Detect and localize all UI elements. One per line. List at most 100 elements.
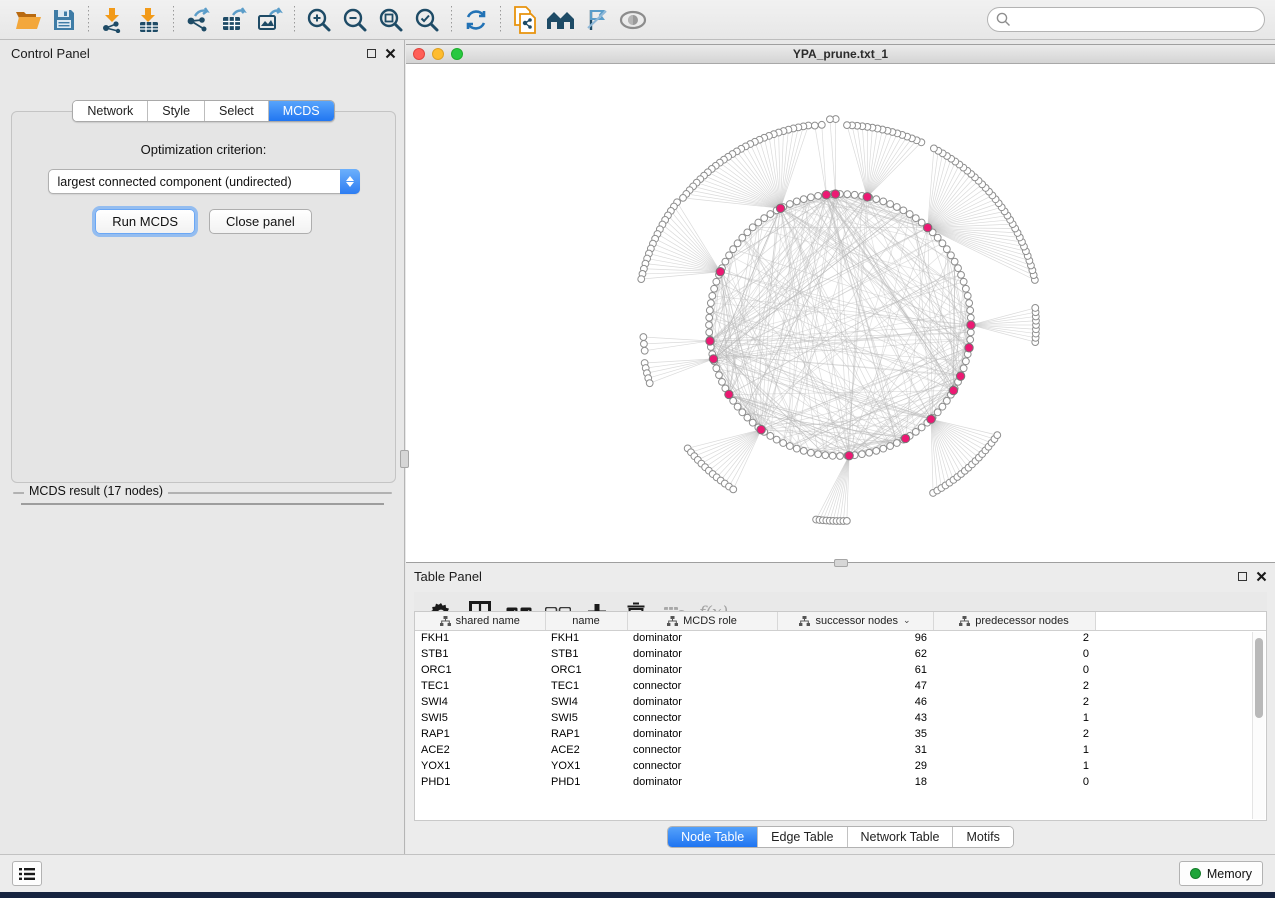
table-scrollbar-thumb[interactable] — [1255, 638, 1263, 718]
network-node[interactable] — [711, 285, 718, 292]
export-network-icon[interactable] — [180, 4, 216, 36]
table-row[interactable]: TEC1TEC1connector472 — [415, 678, 1266, 694]
network-node[interactable] — [866, 449, 873, 456]
network-node[interactable] — [749, 224, 756, 231]
network-node[interactable] — [967, 307, 974, 314]
zoom-out-icon[interactable] — [337, 4, 373, 36]
network-node[interactable] — [943, 397, 950, 404]
network-node[interactable] — [843, 517, 850, 524]
network-node[interactable] — [827, 116, 834, 123]
task-history-button[interactable] — [12, 861, 42, 886]
network-node[interactable] — [734, 403, 741, 410]
network-node[interactable] — [873, 447, 880, 454]
network-node[interactable] — [906, 211, 913, 218]
network-node[interactable] — [755, 219, 762, 226]
network-node[interactable] — [887, 443, 894, 450]
network-node[interactable] — [680, 194, 687, 201]
network-node[interactable] — [780, 440, 787, 447]
network-node[interactable] — [873, 196, 880, 203]
table-row[interactable]: SWI5SWI5connector431 — [415, 710, 1266, 726]
network-node[interactable] — [960, 278, 967, 285]
column-header-predecessor-nodes[interactable]: predecessor nodes — [933, 612, 1095, 630]
network-node[interactable] — [786, 201, 793, 208]
network-node[interactable] — [880, 198, 887, 205]
network-node[interactable] — [744, 229, 751, 236]
network-graph[interactable] — [406, 64, 1275, 562]
network-node[interactable] — [730, 246, 737, 253]
network-node[interactable] — [773, 436, 780, 443]
network-node[interactable] — [641, 347, 648, 354]
network-node[interactable] — [818, 121, 825, 128]
network-node[interactable] — [815, 192, 822, 199]
close-panel-icon[interactable] — [385, 48, 396, 59]
network-node[interactable] — [739, 409, 746, 416]
network-node[interactable] — [887, 201, 894, 208]
network-node[interactable] — [726, 252, 733, 259]
network-node[interactable] — [707, 300, 714, 307]
network-node[interactable] — [918, 424, 925, 431]
network-node[interactable] — [934, 409, 941, 416]
zoom-in-icon[interactable] — [301, 4, 337, 36]
network-node[interactable] — [962, 285, 969, 292]
import-network-icon[interactable] — [95, 4, 131, 36]
network-node[interactable] — [967, 329, 974, 336]
network-node[interactable] — [706, 314, 713, 321]
network-node[interactable] — [706, 337, 714, 345]
float-panel-icon[interactable] — [367, 49, 376, 58]
tab-style[interactable]: Style — [148, 101, 205, 121]
network-node[interactable] — [767, 433, 774, 440]
float-table-panel-icon[interactable] — [1238, 572, 1247, 581]
network-node[interactable] — [949, 386, 957, 394]
network-node[interactable] — [958, 271, 965, 278]
network-node[interactable] — [709, 292, 716, 299]
network-node[interactable] — [930, 145, 937, 152]
network-node[interactable] — [964, 292, 971, 299]
network-node[interactable] — [837, 453, 844, 460]
network-node[interactable] — [912, 215, 919, 222]
flag-icon[interactable] — [579, 4, 615, 36]
optimization-criterion-select[interactable]: largest connected component (undirected) — [48, 169, 360, 194]
tab-node-table[interactable]: Node Table — [668, 827, 758, 847]
network-node[interactable] — [706, 329, 713, 336]
network-node[interactable] — [793, 445, 800, 452]
tab-motifs[interactable]: Motifs — [953, 827, 1012, 847]
network-node[interactable] — [844, 122, 851, 129]
tab-select[interactable]: Select — [205, 101, 269, 121]
network-node[interactable] — [939, 403, 946, 410]
network-node[interactable] — [822, 191, 830, 199]
new-network-from-selection-icon[interactable] — [507, 4, 543, 36]
network-node[interactable] — [800, 196, 807, 203]
network-node[interactable] — [967, 321, 975, 329]
network-node[interactable] — [793, 198, 800, 205]
network-node[interactable] — [901, 434, 909, 442]
network-node[interactable] — [923, 223, 931, 231]
network-node[interactable] — [767, 211, 774, 218]
horizontal-splitter-grip[interactable] — [834, 559, 848, 567]
network-node[interactable] — [706, 322, 713, 329]
refresh-layout-icon[interactable] — [458, 4, 494, 36]
save-session-icon[interactable] — [46, 4, 82, 36]
network-node[interactable] — [965, 344, 973, 352]
network-node[interactable] — [994, 432, 1001, 439]
network-node[interactable] — [831, 190, 839, 198]
network-canvas[interactable] — [406, 64, 1275, 562]
network-node[interactable] — [807, 194, 814, 201]
network-node[interactable] — [744, 414, 751, 421]
network-node[interactable] — [815, 451, 822, 458]
network-node[interactable] — [641, 340, 648, 347]
network-node[interactable] — [730, 486, 737, 493]
network-node[interactable] — [713, 365, 720, 372]
tab-edge-table[interactable]: Edge Table — [758, 827, 847, 847]
network-node[interactable] — [709, 355, 717, 363]
network-node[interactable] — [761, 215, 768, 222]
network-node[interactable] — [822, 452, 829, 459]
network-node[interactable] — [1032, 305, 1039, 312]
table-row[interactable]: FKH1FKH1dominator962 — [415, 630, 1266, 646]
tab-mcds[interactable]: MCDS — [269, 101, 334, 121]
first-neighbors-icon[interactable] — [543, 4, 579, 36]
network-node[interactable] — [967, 336, 974, 343]
network-node[interactable] — [845, 451, 853, 459]
table-scrollbar[interactable] — [1252, 632, 1265, 819]
network-node[interactable] — [962, 358, 969, 365]
table-row[interactable]: PHD1PHD1dominator180 — [415, 774, 1266, 790]
